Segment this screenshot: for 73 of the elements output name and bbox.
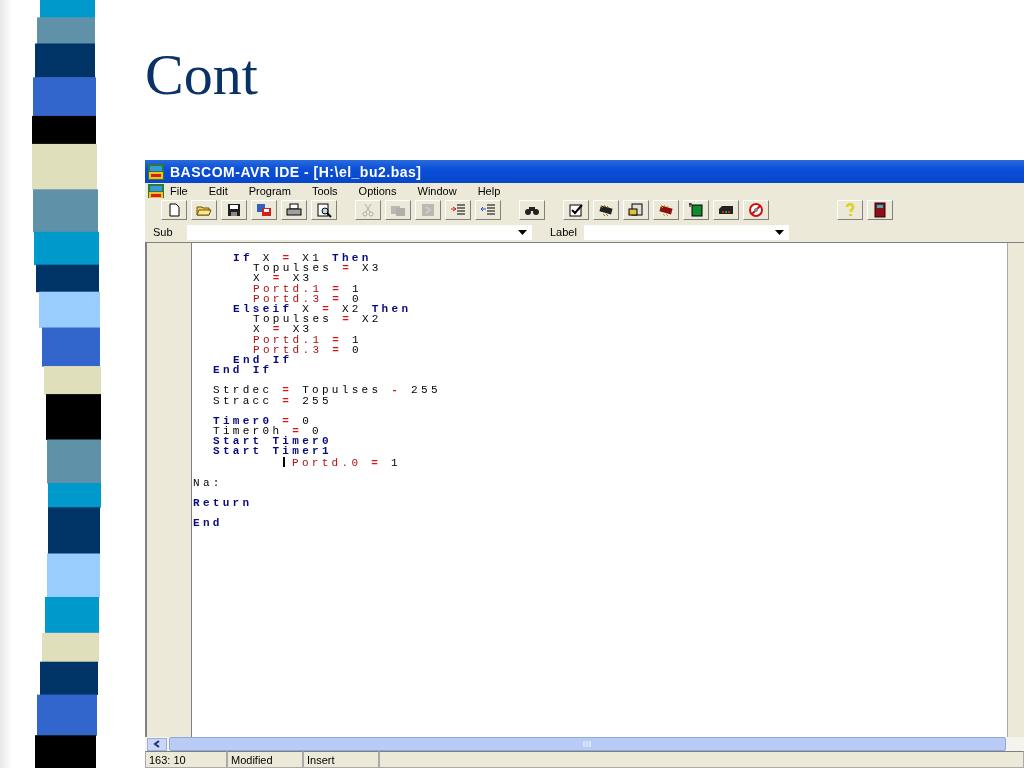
combo-label: Sub [153,226,174,238]
toolbar-button[interactable] [713,200,739,220]
code-line: Portd.1 = 1 [252,283,363,294]
indent-icon [450,202,466,218]
grip-icon [583,741,592,747]
app-logo-icon [148,163,164,180]
document-icon [148,183,164,198]
code-line: Timer0h = 0 [212,426,322,437]
toolbar-button[interactable] [563,200,589,220]
text-cursor [283,456,285,467]
toolbar-button[interactable] [683,200,709,220]
menu-item[interactable]: Help [477,184,501,197]
status-panel: 163: 10 [145,751,227,768]
menu-item[interactable]: Options [358,184,397,197]
code-line: Portd.3 = 0 [253,344,363,356]
printer-icon [286,202,302,218]
exit-door-icon [872,202,888,218]
caret-icon [775,229,784,235]
code-line: End [192,518,224,529]
combo-label: Label [550,226,578,238]
code-line: Start Timer1 [212,446,333,457]
code-line: Elseif X = X2 Then [232,304,413,315]
code-line: X = X3 [252,324,313,335]
scrollbar-thumb[interactable] [169,737,1006,751]
chip-icon [598,202,614,218]
chevron-left-icon [153,740,161,748]
code-line: Strdec = Topulses - 255 [212,385,442,396]
caret-icon [518,229,527,235]
floppy-disks-icon [256,202,272,218]
code-line: Topulses = X2 [252,314,383,325]
status-panel: Modified [227,751,303,768]
outdent-icon [480,202,496,218]
circuit-chip-icon [658,202,674,218]
scroll-left-button[interactable] [147,737,167,751]
code-line: If X = X1 Then [232,253,373,264]
code-line: Portd.1 = 1 [252,334,363,345]
toolbar-button[interactable] [519,200,545,220]
status-panel: Insert [303,751,379,768]
paste-icon [420,202,436,218]
new-file-icon [166,202,182,218]
checkbox-icon [568,202,584,218]
code-line: Portd.0 = 1 [192,456,1007,468]
menu-item[interactable]: Edit [208,184,228,197]
board-icon [688,202,704,218]
menu-item[interactable]: Window [417,184,457,197]
menu-item[interactable]: Tools [311,184,338,197]
menu-item[interactable]: File [170,184,188,197]
prohibited-icon [748,202,764,218]
code-line: End If [212,365,274,376]
dropdown-field[interactable] [187,224,532,240]
code-line: Start Timer0 [212,436,333,447]
code-line: Stracc = 255 [212,395,332,406]
code-line: Timer0 = 0 [212,415,314,427]
magnifier-page-icon [316,202,332,218]
toolbar-button[interactable] [311,200,337,220]
code-line: Topulses = X3 [252,263,383,274]
toolbar-button[interactable] [867,200,893,220]
code-line: X = X3 [252,273,313,284]
dropdown-field[interactable] [584,224,789,240]
window-title: BASCOM-AVR IDE - [H:\el_bu2.bas] [170,163,422,180]
code-line: Na: [192,477,224,489]
toolbar-button[interactable] [593,200,619,220]
code-line: Portd.3 = 0 [253,293,363,304]
toolbar-button[interactable] [221,200,247,220]
scissors-icon [360,202,376,218]
code-line: End If [233,355,294,366]
toolbar-button[interactable] [623,200,649,220]
slide-title: Cont [145,41,258,109]
toolbar-button[interactable] [281,200,307,220]
toolbar-button[interactable] [653,200,679,220]
code-line: Return [192,498,254,509]
monitor-icon [628,202,644,218]
menu-item[interactable]: Program [248,184,291,197]
